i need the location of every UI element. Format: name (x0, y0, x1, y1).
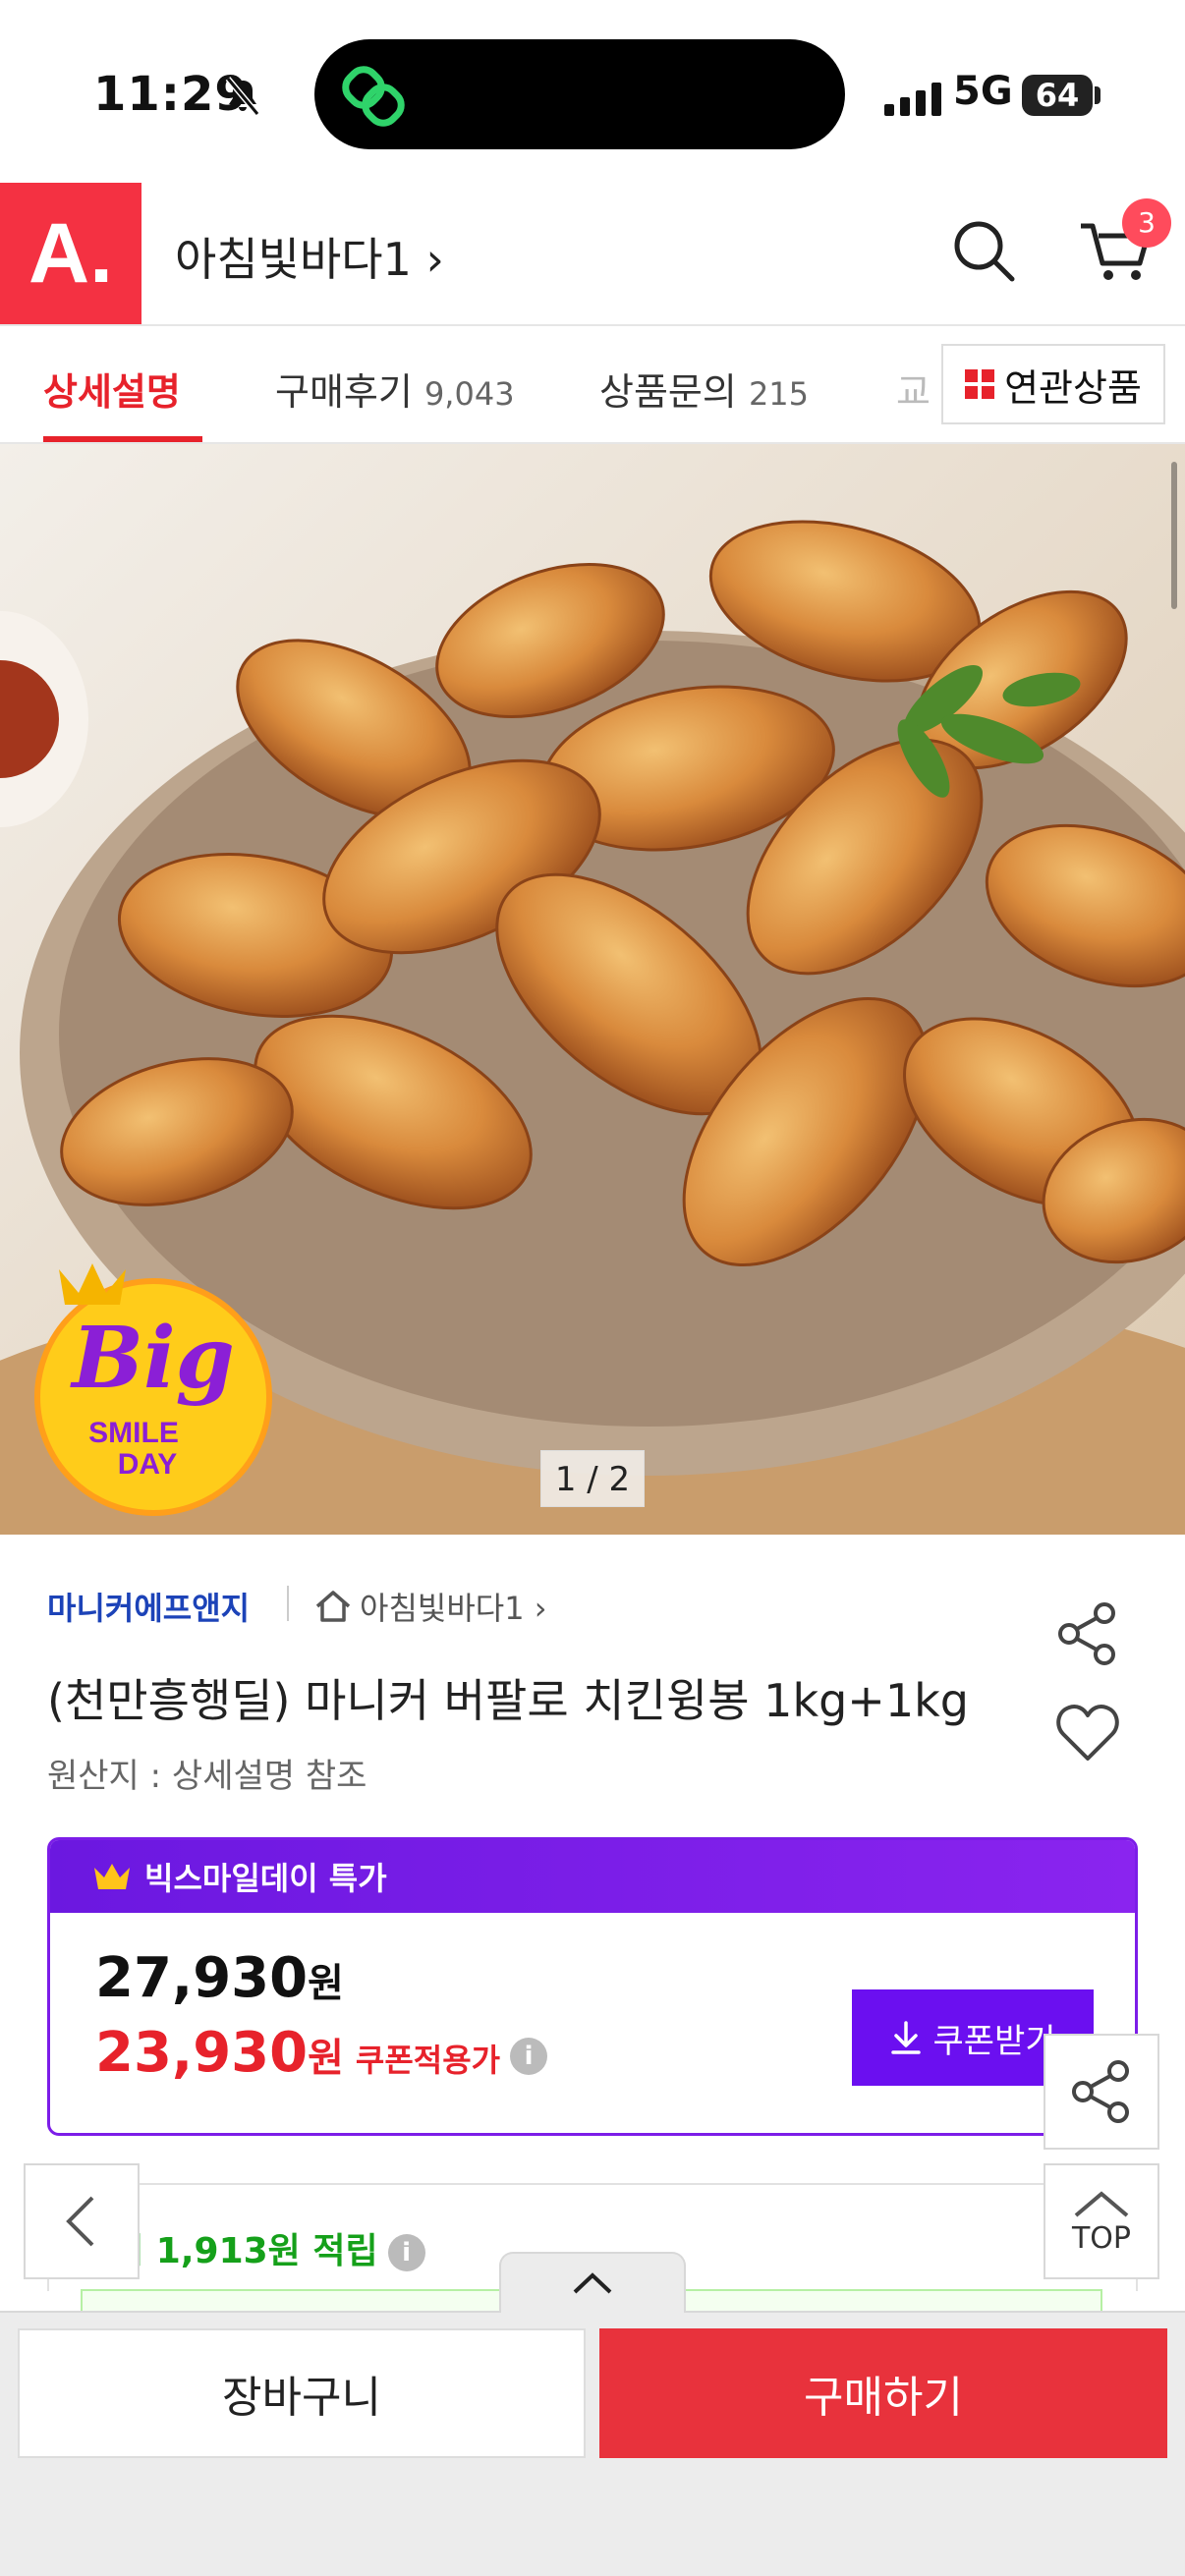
crown-icon (94, 1864, 130, 1889)
app-logo[interactable]: A. (0, 183, 141, 324)
points-amount: 1,913원 (155, 2231, 301, 2271)
tab-exchange[interactable]: 교 (896, 362, 931, 416)
back-button[interactable] (24, 2163, 140, 2279)
tab-reviews[interactable]: 구매후기 9,043 (275, 362, 515, 416)
signal-icon (884, 83, 941, 116)
currency: 원 (308, 1961, 344, 2006)
heart-icon[interactable] (1053, 1700, 1122, 1764)
tab-questions[interactable]: 상품문의 215 (599, 362, 809, 416)
info-icon[interactable]: i (387, 2234, 425, 2271)
related-products-label: 연관상품 (1004, 365, 1142, 410)
tab-count: 215 (748, 375, 810, 413)
coupon-button-label: 쿠폰받기 (932, 2021, 1056, 2061)
add-to-cart-button[interactable]: 장바구니 (18, 2328, 586, 2458)
chicken-wings-photo: Big SMILE DAY (0, 444, 1185, 1535)
header-store-link[interactable]: 아침빛바다1 › (175, 224, 444, 289)
coupon-applied-label: 쿠폰적용가 (355, 2042, 501, 2079)
tab-detail[interactable]: 상세설명 (43, 362, 181, 416)
tab-label: 상품문의 (599, 370, 737, 414)
sale-price: 23,930원 쿠폰적용가 i (95, 2021, 548, 2085)
badge-big-text: Big (69, 1309, 235, 1408)
bell-muted-icon (225, 77, 260, 116)
price-box-header: 빅스마일데이 특가 (50, 1840, 1135, 1913)
tab-label: 구매후기 (275, 370, 413, 414)
network-label: 5G (953, 69, 1013, 114)
search-icon[interactable] (949, 216, 1018, 285)
grid-icon (965, 369, 995, 399)
product-origin: 원산지 : 상세설명 참조 (47, 1757, 367, 1796)
store-link-label: 아침빛바다1 › (360, 1590, 547, 1627)
link-app-icon (342, 66, 405, 127)
share-icon[interactable] (1053, 1599, 1122, 1668)
badge-day-text: DAY (118, 1448, 178, 1481)
price-box-title: 빅스마일데이 특가 (144, 1860, 387, 1897)
share-icon (1072, 2060, 1129, 2123)
scroll-top-label: TOP (1071, 2220, 1132, 2256)
product-image[interactable]: Big SMILE DAY (0, 444, 1185, 1535)
battery-cap (1095, 86, 1100, 104)
sale-price-value: 23,930 (95, 2021, 309, 2085)
related-products-button[interactable]: 연관상품 (941, 344, 1165, 424)
points-suffix: 적립 (312, 2231, 378, 2271)
info-icon[interactable]: i (510, 2037, 548, 2075)
header-divider (0, 324, 1185, 326)
tab-label: 상세설명 (43, 370, 181, 414)
product-title: (천만흥행딜) 마니커 버팔로 치킨윙봉 1kg+1kg (47, 1674, 969, 1727)
tab-label: 교 (896, 370, 931, 414)
chevron-left-icon (66, 2196, 94, 2247)
brand-divider (287, 1586, 289, 1621)
badge-smile-text: SMILE (88, 1417, 179, 1449)
scrollbar-thumb[interactable] (1171, 462, 1177, 609)
brand-link[interactable]: 마니커에프앤지 (47, 1584, 250, 1629)
price-box: 빅스마일데이 특가 27,930원 23,930원 쿠폰적용가 i 쿠폰받기 (47, 1837, 1138, 2136)
chevron-up-icon (573, 2272, 612, 2294)
cart-count-badge: 3 (1122, 198, 1171, 248)
store-link[interactable]: 아침빛바다1 › (314, 1584, 547, 1629)
buy-now-button[interactable]: 구매하기 (599, 2328, 1167, 2458)
image-pager: 1 / 2 (540, 1450, 645, 1507)
scroll-top-button[interactable]: TOP (1044, 2163, 1159, 2279)
original-price-value: 27,930 (95, 1946, 309, 2010)
original-price: 27,930원 (95, 1946, 344, 2010)
floating-share-button[interactable] (1044, 2034, 1159, 2150)
option-drawer-handle[interactable] (499, 2252, 686, 2313)
home-icon (315, 1591, 351, 1622)
tab-count: 9,043 (423, 375, 515, 413)
download-icon (891, 2021, 922, 2054)
chevron-up-icon (1074, 2190, 1129, 2217)
battery-icon: 64 (1022, 75, 1093, 116)
currency: 원 (308, 2036, 344, 2081)
